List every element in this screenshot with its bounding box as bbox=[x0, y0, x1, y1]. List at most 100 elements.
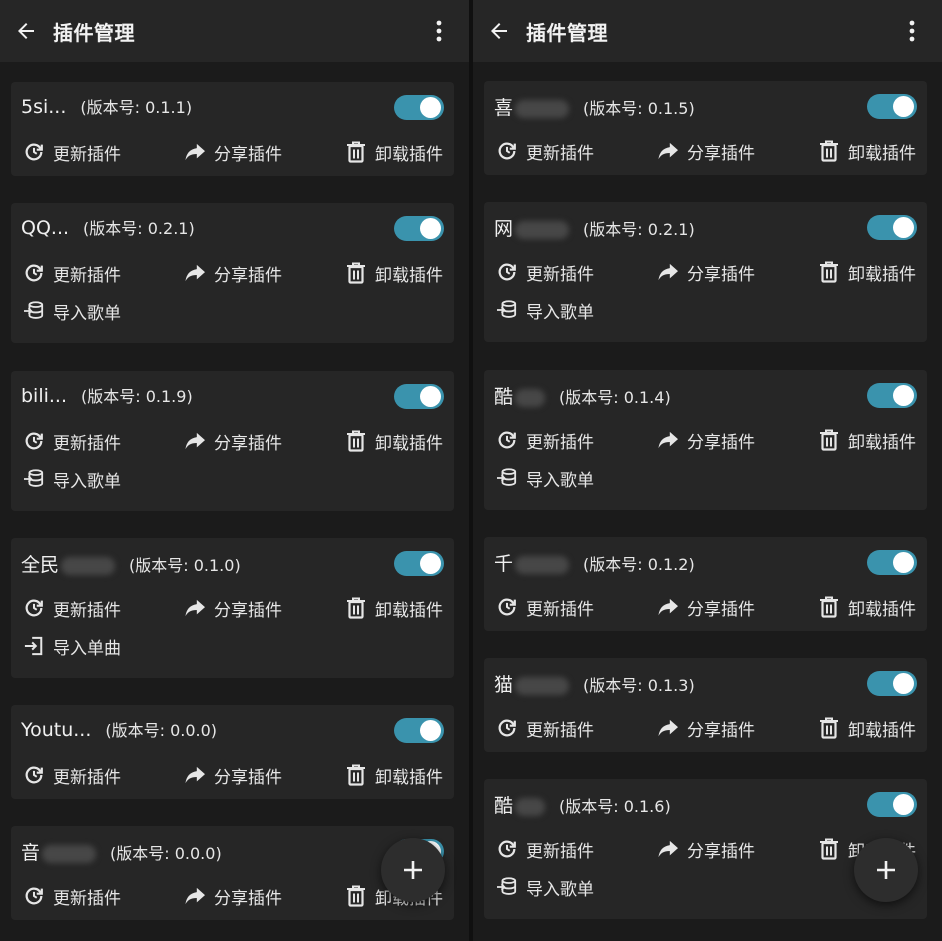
uninstall-plugin-button[interactable]: 卸载插件 bbox=[345, 595, 443, 621]
update-plugin-button[interactable]: 更新插件 bbox=[496, 715, 594, 741]
share-icon bbox=[184, 430, 206, 452]
arrow-left-icon bbox=[491, 23, 507, 39]
plugin-enable-toggle[interactable] bbox=[394, 216, 444, 241]
update-plugin-button[interactable]: 更新插件 bbox=[23, 428, 121, 454]
update-plugin-button[interactable]: 更新插件 bbox=[23, 762, 121, 788]
share-plugin-label: 分享插件 bbox=[687, 143, 755, 164]
plugin-title: bili... (版本号: 0.1.9) bbox=[21, 383, 193, 407]
blurred-text bbox=[515, 220, 570, 239]
uninstall-plugin-button[interactable]: 卸载插件 bbox=[345, 762, 443, 788]
share-plugin-button[interactable]: 分享插件 bbox=[184, 883, 282, 909]
share-icon bbox=[184, 262, 206, 284]
plugin-version: (版本号: 0.2.1) bbox=[583, 220, 695, 239]
plugin-enable-toggle[interactable] bbox=[867, 671, 917, 696]
back-button[interactable] bbox=[11, 16, 41, 46]
update-plugin-button[interactable]: 更新插件 bbox=[23, 595, 121, 621]
plugin-enable-toggle[interactable] bbox=[867, 383, 917, 408]
share-plugin-label: 分享插件 bbox=[687, 432, 755, 453]
share-plugin-button[interactable]: 分享插件 bbox=[184, 428, 282, 454]
update-plugin-button[interactable]: 更新插件 bbox=[496, 836, 594, 862]
update-plugin-button[interactable]: 更新插件 bbox=[496, 427, 594, 453]
update-plugin-button[interactable]: 更新插件 bbox=[496, 259, 594, 285]
login-arrow-icon bbox=[23, 635, 45, 657]
uninstall-plugin-button[interactable]: 卸载插件 bbox=[818, 715, 916, 741]
trash-icon bbox=[818, 596, 840, 618]
share-plugin-button[interactable]: 分享插件 bbox=[657, 715, 755, 741]
plugin-card: Youtu... (版本号: 0.0.0) 更新插件 分享插件 卸载插件 bbox=[11, 705, 454, 799]
import-playlist-button[interactable]: 导入歌单 bbox=[496, 465, 594, 491]
plugin-card: QQ... (版本号: 0.2.1) 更新插件 分享插件 卸载插件 导入歌单 bbox=[11, 203, 454, 343]
update-plugin-button[interactable]: 更新插件 bbox=[496, 594, 594, 620]
import-playlist-button[interactable]: 导入歌单 bbox=[496, 297, 594, 323]
trash-icon bbox=[818, 429, 840, 451]
plugin-version: (版本号: 0.1.9) bbox=[81, 387, 193, 406]
more-vert-icon bbox=[909, 20, 915, 42]
uninstall-plugin-button[interactable]: 卸载插件 bbox=[345, 139, 443, 165]
plugin-enable-toggle[interactable] bbox=[394, 718, 444, 743]
blurred-text bbox=[61, 556, 116, 575]
share-plugin-button[interactable]: 分享插件 bbox=[184, 762, 282, 788]
plugin-enable-toggle[interactable] bbox=[394, 384, 444, 409]
uninstall-plugin-button[interactable]: 卸载插件 bbox=[818, 594, 916, 620]
share-plugin-button[interactable]: 分享插件 bbox=[657, 259, 755, 285]
playlist-import-icon bbox=[496, 876, 518, 898]
plugin-title: 千 (版本号: 0.1.2) bbox=[494, 549, 695, 576]
import-playlist-button[interactable]: 导入歌单 bbox=[496, 874, 594, 900]
plugin-title: 音 (版本号: 0.0.0) bbox=[21, 838, 222, 865]
refresh-icon bbox=[496, 596, 518, 618]
plugin-card: 网 (版本号: 0.2.1) 更新插件 分享插件 卸载插件 导入歌单 bbox=[484, 202, 927, 342]
share-icon bbox=[184, 885, 206, 907]
more-menu-button[interactable] bbox=[900, 18, 924, 44]
plugin-enable-toggle[interactable] bbox=[394, 95, 444, 120]
uninstall-plugin-label: 卸载插件 bbox=[848, 143, 916, 164]
share-plugin-label: 分享插件 bbox=[687, 841, 755, 862]
more-menu-button[interactable] bbox=[427, 18, 451, 44]
share-plugin-button[interactable]: 分享插件 bbox=[184, 595, 282, 621]
share-plugin-button[interactable]: 分享插件 bbox=[657, 594, 755, 620]
share-icon bbox=[657, 838, 679, 860]
plugin-title: 网 (版本号: 0.2.1) bbox=[494, 214, 695, 241]
add-plugin-fab[interactable] bbox=[381, 838, 445, 902]
import-playlist-label: 导入歌单 bbox=[53, 303, 121, 324]
share-plugin-label: 分享插件 bbox=[214, 888, 282, 909]
plugin-enable-toggle[interactable] bbox=[394, 551, 444, 576]
share-plugin-button[interactable]: 分享插件 bbox=[184, 139, 282, 165]
share-plugin-button[interactable]: 分享插件 bbox=[184, 260, 282, 286]
update-plugin-button[interactable]: 更新插件 bbox=[23, 883, 121, 909]
page-title: 插件管理 bbox=[53, 20, 135, 45]
trash-icon bbox=[818, 838, 840, 860]
uninstall-plugin-button[interactable]: 卸载插件 bbox=[818, 138, 916, 164]
share-plugin-button[interactable]: 分享插件 bbox=[657, 138, 755, 164]
import-playlist-label: 导入歌单 bbox=[526, 302, 594, 323]
blurred-text bbox=[515, 676, 570, 695]
update-plugin-label: 更新插件 bbox=[53, 144, 121, 165]
blurred-text bbox=[515, 388, 546, 407]
import-single-button[interactable]: 导入单曲 bbox=[23, 633, 121, 659]
plugin-version: (版本号: 0.1.3) bbox=[583, 676, 695, 695]
plugin-enable-toggle[interactable] bbox=[867, 550, 917, 575]
uninstall-plugin-button[interactable]: 卸载插件 bbox=[345, 260, 443, 286]
add-plugin-fab[interactable] bbox=[854, 838, 918, 902]
plugin-card: 千 (版本号: 0.1.2) 更新插件 分享插件 卸载插件 bbox=[484, 537, 927, 631]
share-plugin-button[interactable]: 分享插件 bbox=[657, 427, 755, 453]
plugin-title: 酷 (版本号: 0.1.4) bbox=[494, 382, 671, 409]
plugin-enable-toggle[interactable] bbox=[867, 215, 917, 240]
plugin-name: 千 bbox=[494, 553, 514, 575]
more-vert-icon bbox=[436, 20, 442, 42]
plugin-enable-toggle[interactable] bbox=[867, 792, 917, 817]
plugin-name: 全民 bbox=[21, 554, 60, 576]
uninstall-plugin-button[interactable]: 卸载插件 bbox=[345, 428, 443, 454]
share-icon bbox=[184, 141, 206, 163]
share-icon bbox=[657, 596, 679, 618]
page-title: 插件管理 bbox=[526, 20, 608, 45]
uninstall-plugin-button[interactable]: 卸载插件 bbox=[818, 427, 916, 453]
update-plugin-button[interactable]: 更新插件 bbox=[23, 139, 121, 165]
import-playlist-button[interactable]: 导入歌单 bbox=[23, 466, 121, 492]
back-button[interactable] bbox=[484, 16, 514, 46]
plugin-enable-toggle[interactable] bbox=[867, 94, 917, 119]
share-plugin-button[interactable]: 分享插件 bbox=[657, 836, 755, 862]
import-playlist-button[interactable]: 导入歌单 bbox=[23, 298, 121, 324]
uninstall-plugin-button[interactable]: 卸载插件 bbox=[818, 259, 916, 285]
update-plugin-button[interactable]: 更新插件 bbox=[23, 260, 121, 286]
update-plugin-button[interactable]: 更新插件 bbox=[496, 138, 594, 164]
